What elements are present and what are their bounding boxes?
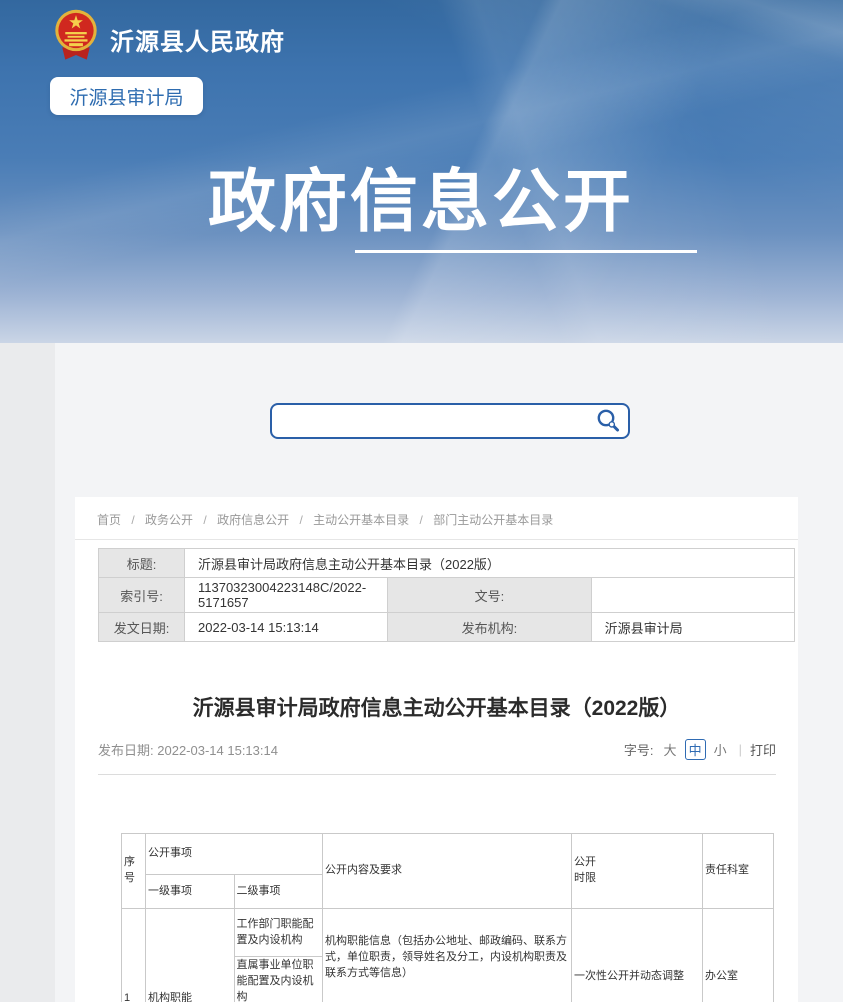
top-banner: 沂源县人民政府 沂源县审计局 政府信息公开 xyxy=(0,0,843,343)
search-input[interactable] xyxy=(282,407,582,435)
search-button[interactable] xyxy=(594,408,622,434)
page-title: 政府信息公开 xyxy=(208,168,634,236)
cell-content: 机构职能信息（包括办公地址、邮政编码、联系方式，单位职责，领导姓名及分工，内设机… xyxy=(323,909,572,1002)
banner-light-streak xyxy=(213,0,843,138)
search-section xyxy=(55,343,843,439)
breadcrumb-separator: / xyxy=(203,513,206,527)
meta-docnum-value xyxy=(591,578,794,613)
header-department: 责任科室 xyxy=(703,834,774,909)
disclosure-catalog-table: 序号 公开事项 公开内容及要求 公开 时限 责任科室 一级事项 二级事项 1 机… xyxy=(121,833,774,1002)
breadcrumb-gov-info[interactable]: 政府信息公开 xyxy=(217,513,289,527)
print-button[interactable]: 打印 xyxy=(750,740,776,759)
breadcrumb-dept-catalog[interactable]: 部门主动公开基本目录 xyxy=(433,513,553,527)
site-brand-link[interactable]: 沂源县人民政府 xyxy=(53,9,285,70)
document-meta-table: 标题: 沂源县审计局政府信息主动公开基本目录（2022版） 索引号: 11370… xyxy=(98,548,795,642)
table-header-row: 序号 公开事项 公开内容及要求 公开 时限 责任科室 xyxy=(122,834,774,875)
tools-separator: | xyxy=(739,742,742,757)
meta-date-label: 发文日期: xyxy=(99,613,185,642)
meta-index-label: 索引号: xyxy=(99,578,185,613)
publish-date: 发布日期: 2022-03-14 15:13:14 xyxy=(98,740,278,759)
breadcrumb-home[interactable]: 首页 xyxy=(97,513,121,527)
cell-time-limit: 一次性公开并动态调整 xyxy=(572,909,703,1002)
table-row: 1 机构职能 工作部门职能配置及内设机构 机构职能信息（包括办公地址、邮政编码、… xyxy=(122,909,774,957)
header-seq: 序号 xyxy=(122,834,146,909)
meta-date-value: 2022-03-14 15:13:14 xyxy=(185,613,388,642)
font-size-label: 字号: xyxy=(624,740,654,759)
cell-level1: 机构职能 xyxy=(146,909,235,1002)
meta-index-value: 11370323004223148C/2022-5171657 xyxy=(185,578,388,613)
article-title: 沂源县审计局政府信息主动公开基本目录（2022版） xyxy=(75,692,798,722)
meta-docnum-label: 文号: xyxy=(388,578,591,613)
publish-date-label: 发布日期: xyxy=(98,743,154,758)
header-time-limit: 公开 时限 xyxy=(572,834,703,909)
header-level1: 一级事项 xyxy=(146,875,235,909)
font-size-medium-button[interactable]: 中 xyxy=(685,739,706,760)
search-icon xyxy=(595,422,621,437)
national-emblem-icon xyxy=(53,9,99,70)
meta-publisher-value: 沂源县审计局 xyxy=(591,613,794,642)
header-content: 公开内容及要求 xyxy=(323,834,572,909)
breadcrumb-separator: / xyxy=(131,513,134,527)
font-size-small-button[interactable]: 小 xyxy=(714,740,727,759)
meta-title-label: 标题: xyxy=(99,549,185,578)
breadcrumb-catalog[interactable]: 主动公开基本目录 xyxy=(313,513,409,527)
main-panel: 首页 / 政务公开 / 政府信息公开 / 主动公开基本目录 / 部门主动公开基本… xyxy=(75,497,798,1002)
meta-row-title: 标题: 沂源县审计局政府信息主动公开基本目录（2022版） xyxy=(99,549,795,578)
cell-department: 办公室 xyxy=(703,909,774,1002)
meta-row-index: 索引号: 11370323004223148C/2022-5171657 文号: xyxy=(99,578,795,613)
article-divider xyxy=(98,774,776,775)
cell-seq: 1 xyxy=(122,909,146,1002)
site-name: 沂源县人民政府 xyxy=(110,22,285,57)
breadcrumb: 首页 / 政务公开 / 政府信息公开 / 主动公开基本目录 / 部门主动公开基本… xyxy=(75,497,798,540)
search-box xyxy=(270,403,630,439)
meta-title-value: 沂源县审计局政府信息主动公开基本目录（2022版） xyxy=(185,549,795,578)
breadcrumb-gov-affairs[interactable]: 政务公开 xyxy=(145,513,193,527)
cell-level2: 工作部门职能配置及内设机构 xyxy=(234,909,323,957)
dept-tab-audit-bureau[interactable]: 沂源县审计局 xyxy=(50,77,203,115)
breadcrumb-separator: / xyxy=(420,513,423,527)
cell-level2: 直属事业单位职能配置及内设机构 xyxy=(234,957,323,1002)
meta-row-date: 发文日期: 2022-03-14 15:13:14 发布机构: 沂源县审计局 xyxy=(99,613,795,642)
page-content-area: 首页 / 政务公开 / 政府信息公开 / 主动公开基本目录 / 部门主动公开基本… xyxy=(55,343,843,1002)
header-level2: 二级事项 xyxy=(234,875,323,909)
meta-publisher-label: 发布机构: xyxy=(388,613,591,642)
publish-date-value: 2022-03-14 15:13:14 xyxy=(157,743,278,758)
publish-info-row: 发布日期: 2022-03-14 15:13:14 字号: 大 中 小 | 打印 xyxy=(75,722,798,760)
font-size-large-button[interactable]: 大 xyxy=(664,740,677,759)
header-matters: 公开事项 xyxy=(146,834,323,875)
title-underline xyxy=(355,250,697,253)
font-size-tools: 字号: 大 中 小 | 打印 xyxy=(624,739,776,760)
breadcrumb-separator: / xyxy=(299,513,302,527)
dept-tab-label: 沂源县审计局 xyxy=(69,83,183,110)
